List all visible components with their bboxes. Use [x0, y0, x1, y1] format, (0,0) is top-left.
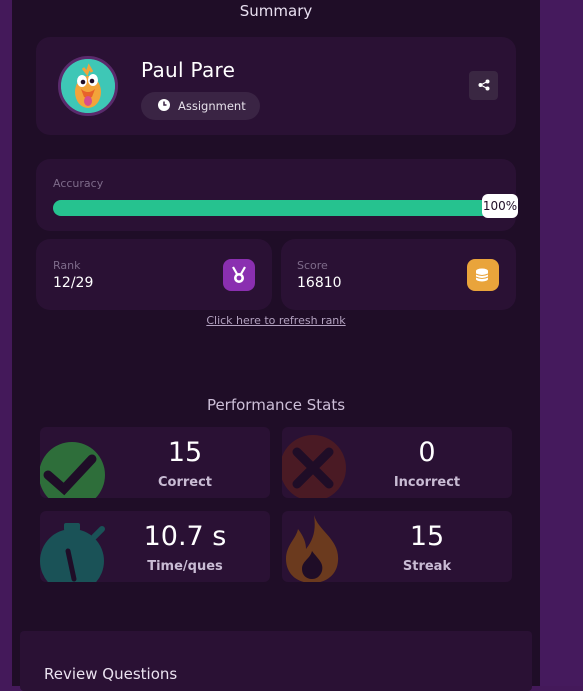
- streak-card: 15 Streak: [282, 511, 512, 582]
- review-questions-panel: Review Questions: [20, 631, 532, 691]
- review-questions-title: Review Questions: [44, 665, 178, 683]
- incorrect-value: 0: [418, 437, 436, 468]
- time-value: 10.7 s: [143, 521, 227, 552]
- stopwatch-icon: [40, 523, 105, 582]
- refresh-rank-link[interactable]: Click here to refresh rank: [12, 314, 540, 327]
- incorrect-label: Incorrect: [393, 475, 461, 490]
- mode-label: Assignment: [178, 99, 246, 113]
- score-card: Score 16810: [281, 239, 516, 310]
- accuracy-bar: [53, 200, 496, 216]
- profile-card: Paul Pare Assignment: [36, 37, 516, 135]
- medal-icon: [223, 259, 255, 291]
- mode-badge: Assignment: [141, 92, 260, 120]
- score-value: 16810: [297, 275, 342, 291]
- rank-label: Rank: [53, 259, 81, 272]
- accuracy-percent: 100%: [482, 194, 518, 218]
- accuracy-card: Accuracy 100%: [36, 159, 518, 231]
- rank-value: 12/29: [53, 275, 94, 291]
- rank-card: Rank 12/29: [36, 239, 272, 310]
- accuracy-label: Accuracy: [53, 177, 104, 190]
- right-side-panel: [540, 0, 583, 686]
- time-label: Time/ques: [147, 559, 223, 574]
- duck-avatar-icon: [58, 56, 118, 116]
- main-panel: Summary Paul Pare Assignment Accuracy 10…: [12, 0, 540, 691]
- time-card: 10.7 s Time/ques: [40, 511, 270, 582]
- flame-icon: [286, 515, 339, 582]
- share-button[interactable]: [469, 71, 498, 100]
- correct-value: 15: [167, 437, 203, 468]
- score-label: Score: [297, 259, 328, 272]
- accuracy-bar-fill: [53, 200, 496, 216]
- incorrect-card: 0 Incorrect: [282, 427, 512, 498]
- player-name: Paul Pare: [141, 58, 236, 82]
- cross-icon: [282, 435, 346, 498]
- correct-label: Correct: [157, 475, 213, 490]
- performance-stats-title: Performance Stats: [206, 396, 346, 414]
- share-icon: [478, 76, 490, 95]
- coins-icon: [467, 259, 499, 291]
- streak-value: 15: [409, 521, 445, 552]
- correct-card: 15 Correct: [40, 427, 270, 498]
- streak-label: Streak: [402, 559, 452, 574]
- page-title: Summary: [239, 2, 313, 20]
- checkmark-icon: [40, 442, 105, 498]
- clock-icon: [158, 98, 170, 114]
